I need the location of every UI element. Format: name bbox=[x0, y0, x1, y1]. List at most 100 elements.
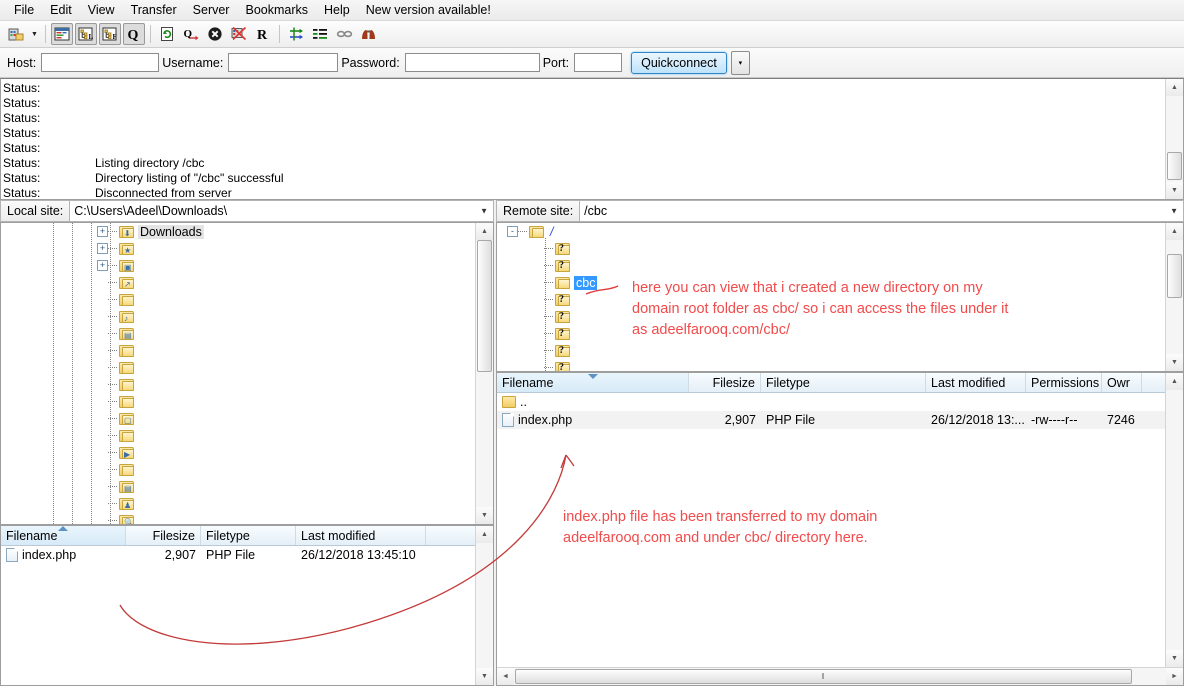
password-input[interactable] bbox=[405, 53, 540, 72]
toggle-local-tree-icon[interactable]: L bbox=[75, 23, 97, 45]
remote-tree-body[interactable]: -/??cbc????? bbox=[497, 223, 1165, 371]
remote-directory-tree[interactable]: -/??cbc????? ▲ ▼ bbox=[496, 222, 1184, 372]
disconnect-icon[interactable] bbox=[228, 23, 250, 45]
remote-column-header[interactable]: Filesize bbox=[689, 373, 761, 392]
scroll-down-icon[interactable]: ▼ bbox=[1166, 650, 1183, 667]
process-queue-icon[interactable]: Q bbox=[180, 23, 202, 45]
scroll-left-icon[interactable]: ◄ bbox=[497, 668, 514, 685]
remote-tree-row[interactable]: ? bbox=[497, 359, 1165, 371]
remote-tree-row[interactable]: ? bbox=[497, 291, 1165, 308]
remote-file-list-scrollbar[interactable]: ▲ ▼ bbox=[1165, 373, 1183, 667]
remote-site-combo[interactable]: /cbc ▼ bbox=[579, 200, 1184, 222]
tree-expander-icon[interactable]: + bbox=[97, 226, 108, 237]
scroll-thumb[interactable] bbox=[1167, 254, 1182, 298]
compare-directories-icon[interactable] bbox=[309, 23, 331, 45]
menu-item-edit[interactable]: Edit bbox=[42, 1, 80, 20]
remote-file-list-rows[interactable]: ..index.php2,907PHP File26/12/2018 13:..… bbox=[497, 393, 1165, 667]
menu-item-bookmarks[interactable]: Bookmarks bbox=[237, 1, 316, 20]
reconnect-icon[interactable]: R bbox=[252, 23, 274, 45]
message-log-scrollbar[interactable]: ▲ ▼ bbox=[1165, 79, 1183, 199]
site-manager-dropdown-icon[interactable]: ▼ bbox=[28, 23, 41, 45]
menu-item-server[interactable]: Server bbox=[185, 1, 238, 20]
scroll-thumb[interactable] bbox=[1167, 152, 1182, 180]
remote-file-list[interactable]: FilenameFilesizeFiletypeLast modifiedPer… bbox=[496, 372, 1184, 686]
scroll-track[interactable] bbox=[1166, 96, 1183, 182]
find-files-icon[interactable] bbox=[357, 23, 379, 45]
toggle-transfer-queue-icon[interactable]: Q bbox=[123, 23, 145, 45]
scroll-down-icon[interactable]: ▼ bbox=[1166, 354, 1183, 371]
menu-item-transfer[interactable]: Transfer bbox=[123, 1, 185, 20]
quickconnect-dropdown-icon[interactable]: ▾ bbox=[731, 51, 750, 75]
remote-tree-row[interactable]: -/ bbox=[497, 223, 1165, 240]
menu-item-help[interactable]: Help bbox=[316, 1, 358, 20]
remote-tree-row[interactable]: ? bbox=[497, 325, 1165, 342]
scroll-up-icon[interactable]: ▲ bbox=[1166, 223, 1183, 240]
chevron-down-icon[interactable]: ▼ bbox=[480, 207, 488, 216]
hscroll-track[interactable]: ‖ bbox=[514, 668, 1166, 685]
remote-file-list-header[interactable]: FilenameFilesizeFiletypeLast modifiedPer… bbox=[497, 373, 1165, 393]
cancel-icon[interactable] bbox=[204, 23, 226, 45]
scroll-thumb[interactable] bbox=[477, 240, 492, 372]
remote-tree-row[interactable]: ? bbox=[497, 257, 1165, 274]
remote-tree-row[interactable]: ? bbox=[497, 308, 1165, 325]
local-column-header[interactable]: Filename bbox=[1, 526, 126, 545]
quickconnect-button[interactable]: Quickconnect bbox=[631, 52, 727, 74]
directory-comparison-icon[interactable] bbox=[333, 23, 355, 45]
table-row[interactable]: .. bbox=[497, 393, 1165, 411]
menu-item-new-version-available[interactable]: New version available! bbox=[358, 1, 499, 20]
local-file-list-scrollbar[interactable]: ▲ ▼ bbox=[475, 526, 493, 685]
scroll-down-icon[interactable]: ▼ bbox=[476, 507, 493, 524]
toggle-remote-tree-icon[interactable]: F bbox=[99, 23, 121, 45]
menu-item-file[interactable]: File bbox=[6, 1, 42, 20]
local-file-list-header[interactable]: FilenameFilesizeFiletypeLast modified bbox=[1, 526, 475, 546]
scroll-up-icon[interactable]: ▲ bbox=[476, 526, 493, 543]
toggle-filter-icon[interactable] bbox=[285, 23, 307, 45]
remote-column-header[interactable]: Last modified bbox=[926, 373, 1026, 392]
chevron-down-icon[interactable]: ▼ bbox=[1170, 207, 1178, 216]
scroll-track[interactable] bbox=[1166, 390, 1183, 650]
tree-expander-icon[interactable]: + bbox=[97, 260, 108, 271]
tree-expander-icon[interactable]: + bbox=[97, 243, 108, 254]
local-tree-body[interactable]: +⬇Downloads+★+▣↗♪▤▢▶▤♟🔍+ bbox=[1, 223, 475, 524]
local-site-combo[interactable]: C:\Users\Adeel\Downloads\ ▼ bbox=[69, 200, 494, 222]
host-input[interactable] bbox=[41, 53, 159, 72]
toggle-message-log-icon[interactable] bbox=[51, 23, 73, 45]
local-column-header[interactable]: Last modified bbox=[296, 526, 426, 545]
username-input[interactable] bbox=[228, 53, 338, 72]
scroll-right-icon[interactable]: ► bbox=[1166, 668, 1183, 685]
port-input[interactable] bbox=[574, 53, 622, 72]
remote-tree-row[interactable]: cbc bbox=[497, 274, 1165, 291]
local-tree-scrollbar[interactable]: ▲ ▼ bbox=[475, 223, 493, 524]
local-column-header[interactable] bbox=[426, 526, 475, 545]
scroll-track[interactable] bbox=[1166, 240, 1183, 354]
refresh-icon[interactable] bbox=[156, 23, 178, 45]
remote-tree-row[interactable]: ? bbox=[497, 240, 1165, 257]
remote-column-header[interactable]: Owr bbox=[1102, 373, 1142, 392]
scroll-up-icon[interactable]: ▲ bbox=[476, 223, 493, 240]
table-row[interactable]: index.php2,907PHP File26/12/2018 13:45:1… bbox=[1, 546, 475, 564]
local-directory-tree[interactable]: +⬇Downloads+★+▣↗♪▤▢▶▤♟🔍+ ▲ ▼ bbox=[0, 222, 494, 525]
scroll-up-icon[interactable]: ▲ bbox=[1166, 79, 1183, 96]
local-file-list[interactable]: FilenameFilesizeFiletypeLast modified in… bbox=[0, 525, 494, 686]
tree-expander-icon[interactable]: - bbox=[507, 226, 518, 237]
remote-tree-scrollbar[interactable]: ▲ ▼ bbox=[1165, 223, 1183, 371]
remote-column-header[interactable]: Filename bbox=[497, 373, 689, 392]
local-column-header[interactable]: Filetype bbox=[201, 526, 296, 545]
scroll-down-icon[interactable]: ▼ bbox=[476, 668, 493, 685]
remote-tree-row[interactable]: ? bbox=[497, 342, 1165, 359]
scroll-up-icon[interactable]: ▲ bbox=[1166, 373, 1183, 390]
toolbar: ▼ L bbox=[0, 21, 1184, 48]
menu-item-view[interactable]: View bbox=[80, 1, 123, 20]
hscroll-thumb[interactable]: ‖ bbox=[515, 669, 1132, 684]
scroll-track[interactable] bbox=[476, 543, 493, 668]
scroll-track[interactable] bbox=[476, 240, 493, 507]
scroll-down-icon[interactable]: ▼ bbox=[1166, 182, 1183, 199]
remote-site-path: /cbc bbox=[584, 204, 607, 218]
site-manager-icon[interactable] bbox=[5, 23, 27, 45]
remote-file-list-hscrollbar[interactable]: ◄ ‖ ► bbox=[497, 667, 1183, 685]
local-file-list-rows[interactable]: index.php2,907PHP File26/12/2018 13:45:1… bbox=[1, 546, 475, 685]
remote-column-header[interactable]: Permissions bbox=[1026, 373, 1102, 392]
remote-column-header[interactable]: Filetype bbox=[761, 373, 926, 392]
table-row[interactable]: index.php2,907PHP File26/12/2018 13:...-… bbox=[497, 411, 1165, 429]
local-column-header[interactable]: Filesize bbox=[126, 526, 201, 545]
